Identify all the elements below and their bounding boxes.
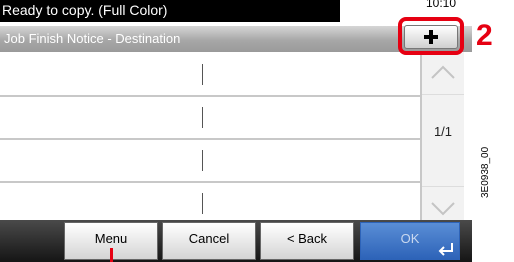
back-button-label: < Back [286,231,328,246]
status-bar: Ready to copy. (Full Color) [0,0,340,22]
figure-code: 3E0938_00 [480,146,491,198]
ok-button-label: OK [400,231,420,246]
destination-list [0,54,420,228]
column-divider [202,64,203,85]
chevron-up-icon [431,65,455,79]
pointer-marker [110,248,113,262]
menu-button-label: Menu [94,231,128,246]
callout-highlight [398,17,464,55]
page-indicator: 1/1 [433,124,453,139]
screen-title: Job Finish Notice - Destination [4,31,181,46]
enter-icon [438,243,453,256]
destination-row[interactable] [0,54,420,97]
cancel-button[interactable]: Cancel [162,222,256,260]
column-divider [202,107,203,128]
bottom-button-bar: Menu Cancel < Back OK [0,220,472,262]
scroll-panel: 1/1 [420,52,464,228]
scroll-up-button[interactable] [422,52,464,95]
column-divider [202,193,203,214]
clock: 10:10 [426,0,457,10]
status-message: Ready to copy. (Full Color) [2,2,168,18]
back-button[interactable]: < Back [260,222,354,260]
destination-row[interactable] [0,140,420,183]
ok-button[interactable]: OK [360,222,460,260]
destination-row[interactable] [0,97,420,140]
cancel-button-label: Cancel [188,231,230,246]
column-divider [202,150,203,171]
callout-number: 2 [476,19,493,52]
